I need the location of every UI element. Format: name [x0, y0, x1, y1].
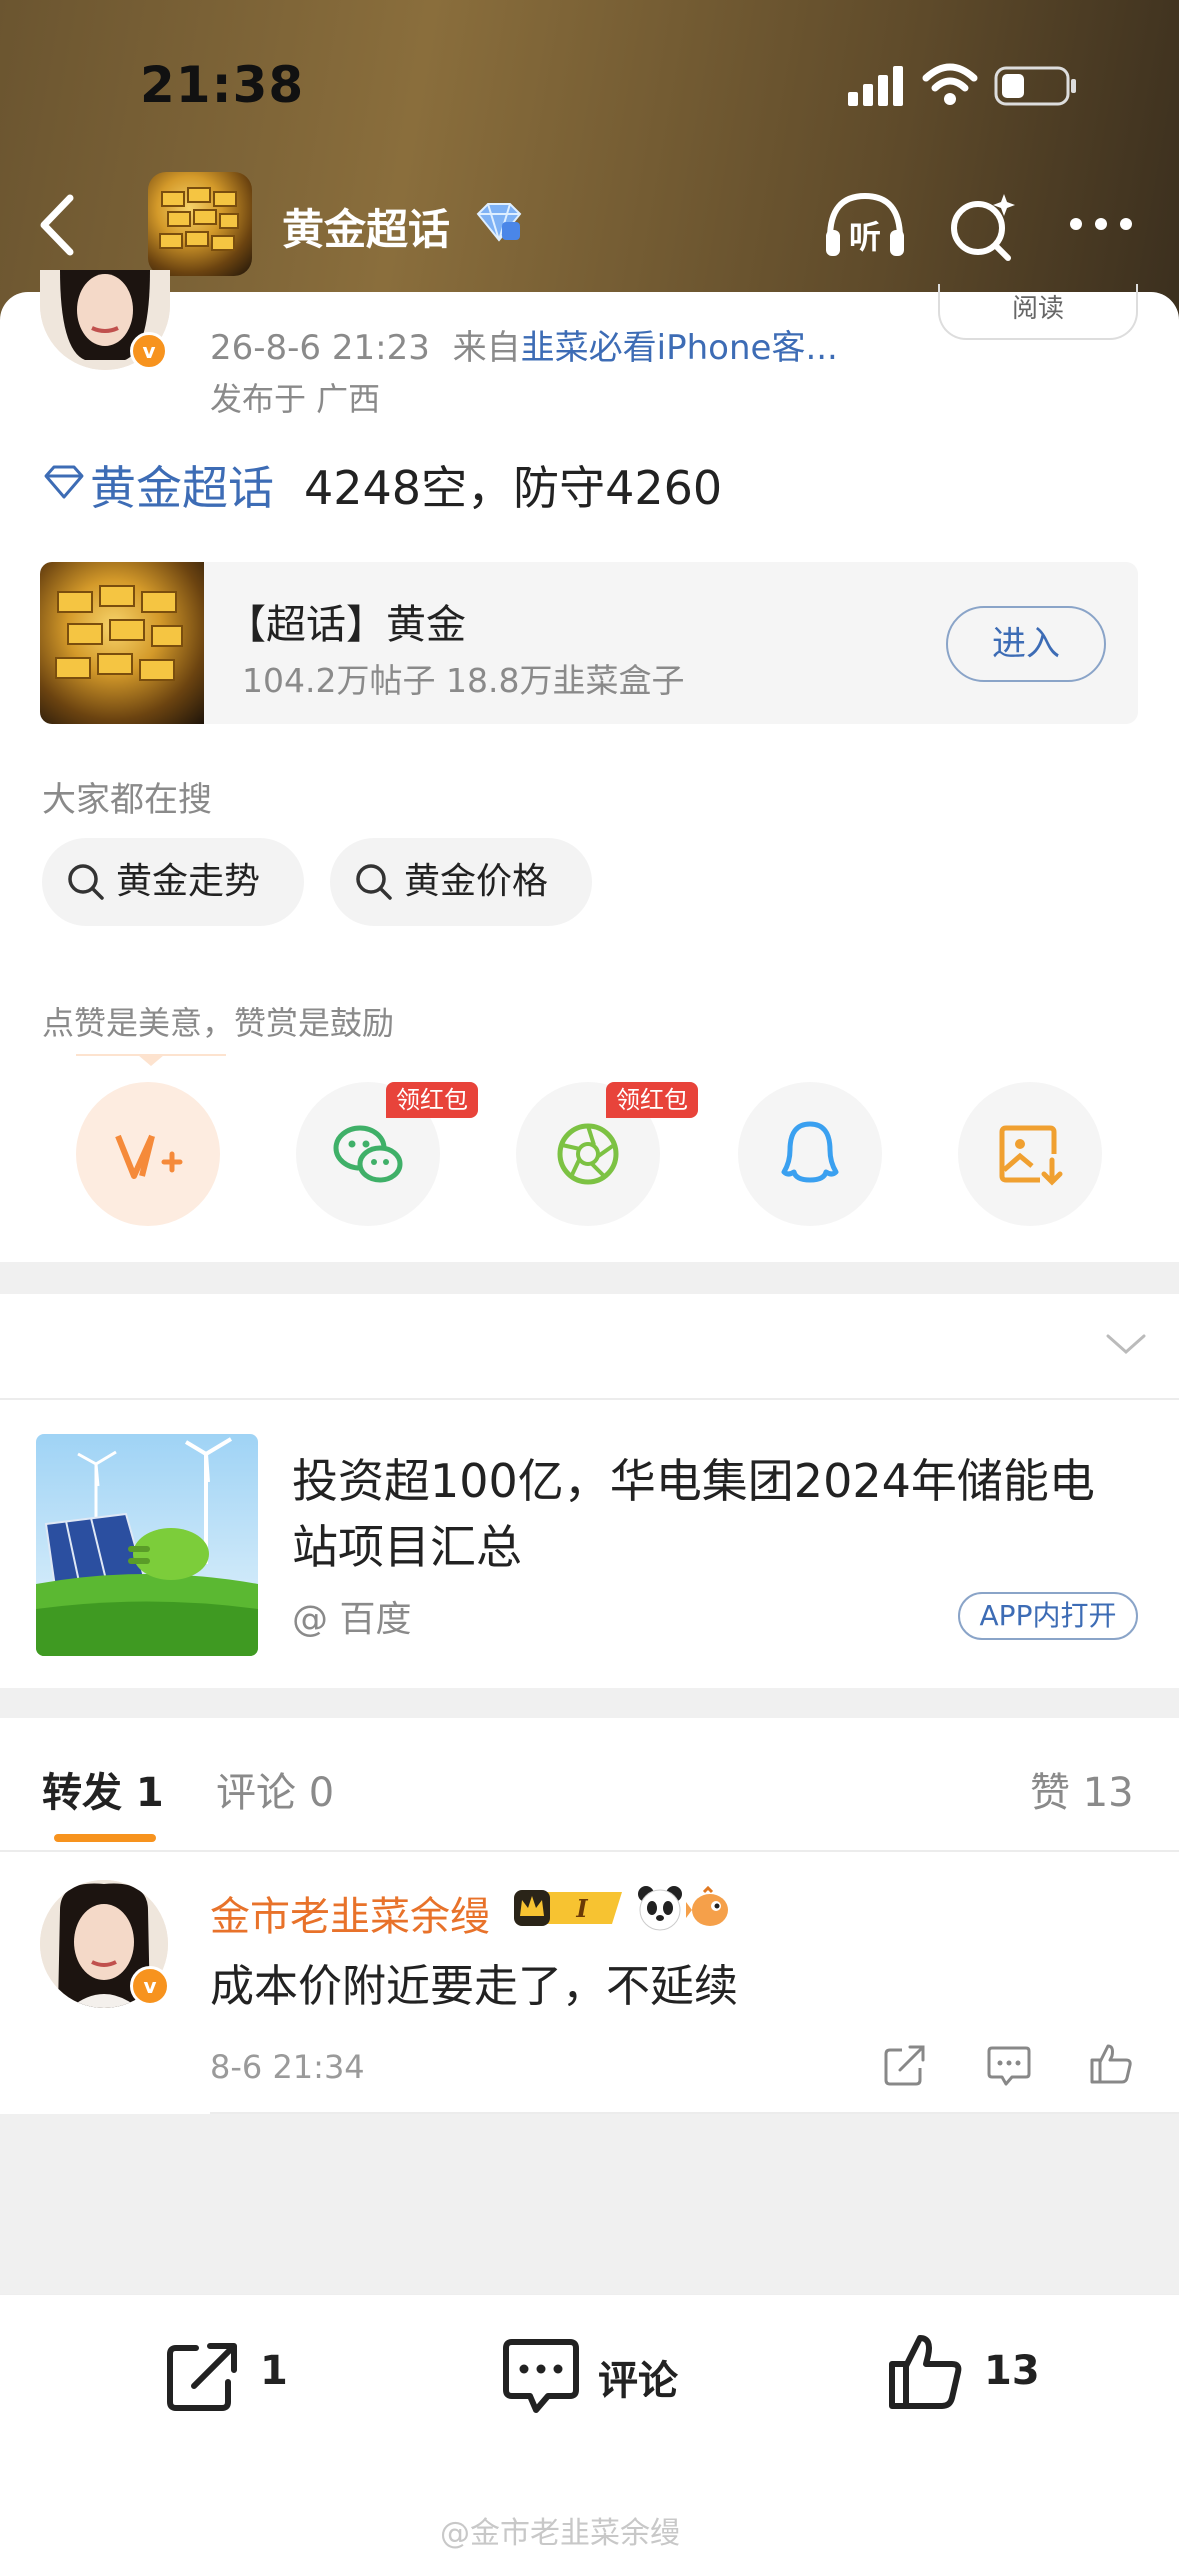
crown-level-badge-icon: I — [514, 1890, 622, 1926]
tab-repost[interactable]: 转发 1 — [42, 1760, 164, 1818]
repost-count[interactable]: 1 — [260, 2348, 288, 2394]
search-icon — [68, 864, 104, 900]
watermark: @金市老韭菜余缦 — [440, 2516, 680, 2551]
read-count-button[interactable]: 阅读 — [938, 284, 1138, 340]
save-image-icon — [999, 1125, 1063, 1186]
red-packet-badge: 领红包 — [606, 1082, 698, 1118]
chevron-down-icon[interactable] — [1104, 1330, 1148, 1358]
back-arrow-icon[interactable] — [30, 190, 90, 260]
vplus-icon — [115, 1134, 183, 1179]
post-meta: 26-8-6 21:23 来自韭菜必看iPhone客... — [210, 320, 838, 369]
post-date: 26-8-6 21:23 — [210, 328, 430, 368]
svg-text:I: I — [575, 1894, 588, 1923]
header-background — [0, 0, 1179, 330]
divider — [0, 1850, 1179, 1852]
commenter-username[interactable]: 金市老韭菜余缦 — [210, 1884, 490, 1942]
verified-badge-icon: v — [130, 332, 168, 370]
post-topic-link[interactable]: 黄金超话 — [90, 452, 274, 518]
red-packet-badge: 领红包 — [386, 1082, 478, 1118]
comment-icon[interactable] — [500, 2334, 582, 2418]
post-from-label: 来自 — [452, 328, 521, 368]
page-title: 黄金超话 — [282, 205, 451, 254]
post-location: 发布于 广西 — [210, 380, 381, 418]
ad-title[interactable]: 投资超100亿，华电集团2024年储能电站项目汇总 — [292, 1448, 1132, 1580]
diamond-level-icon — [476, 203, 522, 242]
tab-comment[interactable]: 评论 0 — [216, 1760, 334, 1818]
ad-thumbnail[interactable] — [36, 1434, 258, 1656]
svg-text:听: 听 — [849, 218, 881, 256]
topic-card-title: 【超话】黄金 — [226, 602, 466, 648]
search-icon[interactable] — [946, 186, 1020, 266]
battery-icon — [994, 66, 1076, 106]
comment-time: 8-6 21:34 — [210, 2048, 365, 2086]
like-icon[interactable] — [1088, 2040, 1134, 2086]
section-divider — [0, 1262, 1179, 1294]
reward-heading: 点赞是美意，赞赏是鼓励 — [42, 1004, 395, 1042]
trending-search-heading: 大家都在搜 — [42, 780, 212, 820]
listen-icon[interactable]: 听 — [820, 186, 910, 266]
more-options-icon[interactable] — [1066, 212, 1136, 236]
tab-like[interactable]: 赞 13 — [1030, 1760, 1134, 1818]
status-time: 21:38 — [140, 56, 305, 114]
pointer-tip-icon — [76, 1054, 226, 1066]
like-count[interactable]: 13 — [984, 2348, 1040, 2394]
active-tab-indicator — [54, 1834, 156, 1842]
topic-card-stats: 104.2万帖子 18.8万韭菜盒子 — [242, 661, 685, 700]
qq-penguin-icon — [781, 1121, 839, 1183]
enter-topic-button[interactable]: 进入 — [946, 606, 1106, 682]
panda-icon — [638, 1886, 682, 1931]
open-in-app-button[interactable]: APP内打开 — [958, 1592, 1138, 1640]
topic-avatar[interactable] — [148, 172, 252, 276]
topic-diamond-icon — [44, 465, 84, 499]
comment-label[interactable]: 评论 — [598, 2348, 678, 2406]
section-divider — [0, 1688, 1179, 1718]
search-icon — [356, 864, 392, 900]
verified-badge-icon: v — [130, 1966, 170, 2006]
divider — [0, 1398, 1179, 1400]
comment-icon[interactable] — [986, 2042, 1032, 2088]
post-source-link[interactable]: 韭菜必看iPhone客... — [521, 328, 838, 368]
repost-icon[interactable] — [162, 2336, 242, 2416]
empty-area — [0, 2114, 1179, 2294]
post-text: 4248空，防守4260 — [304, 461, 723, 515]
repost-icon[interactable] — [882, 2042, 928, 2088]
cellular-signal-icon — [848, 66, 903, 106]
wechat-icon — [333, 1125, 403, 1183]
wifi-icon — [922, 63, 978, 105]
topic-card-image — [40, 562, 204, 724]
ad-source: @ 百度 — [292, 1599, 412, 1640]
fish-icon — [686, 1886, 728, 1926]
like-icon[interactable] — [886, 2330, 966, 2414]
comment-text: 成本价附近要走了，不延续 — [210, 1961, 738, 2012]
moments-aperture-icon — [557, 1123, 619, 1185]
